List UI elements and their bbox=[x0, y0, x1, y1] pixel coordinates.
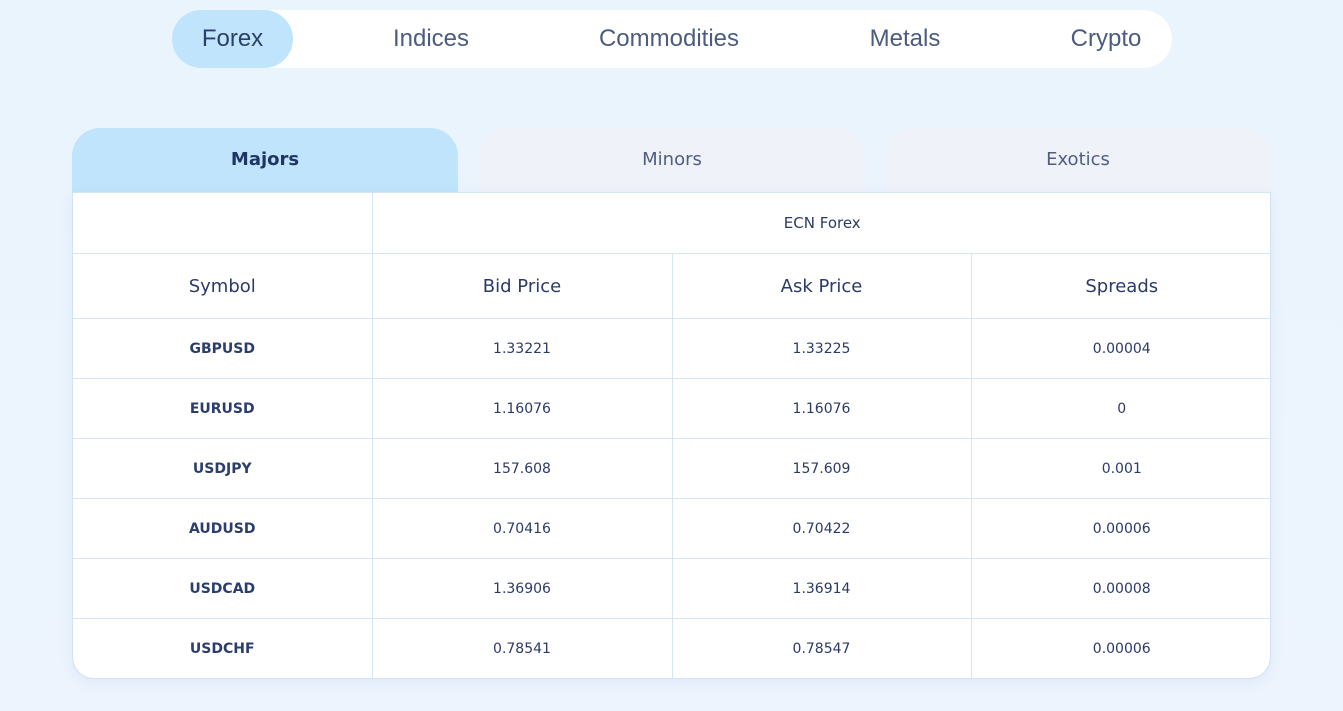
market-tab-indices[interactable]: Indices bbox=[360, 10, 502, 68]
market-tab-commodities[interactable]: Commodities bbox=[584, 10, 754, 68]
table-row: GBPUSD 1.33221 1.33225 0.00004 bbox=[73, 318, 1270, 379]
bid-price-cell: 1.36906 bbox=[371, 558, 673, 619]
symbol-cell: USDCHF bbox=[73, 618, 373, 678]
symbol-cell: EURUSD bbox=[73, 378, 373, 439]
market-tab-forex[interactable]: Forex bbox=[172, 10, 293, 68]
table-row: USDCAD 1.36906 1.36914 0.00008 bbox=[73, 558, 1270, 619]
bid-price-cell: 1.33221 bbox=[371, 318, 673, 379]
table-row: USDCHF 0.78541 0.78547 0.00006 bbox=[73, 618, 1270, 678]
table-row: AUDUSD 0.70416 0.70422 0.00006 bbox=[73, 498, 1270, 559]
ask-price-cell: 1.16076 bbox=[671, 378, 972, 439]
ask-price-cell: 0.70422 bbox=[671, 498, 972, 559]
symbol-cell: USDJPY bbox=[73, 438, 373, 499]
group-header-ecn-forex: ECN Forex bbox=[371, 192, 1270, 254]
column-header-bid-price: Bid Price bbox=[371, 253, 673, 319]
table-row: EURUSD 1.16076 1.16076 0 bbox=[73, 378, 1270, 439]
spread-cell: 0 bbox=[970, 378, 1270, 439]
ask-price-cell: 1.36914 bbox=[671, 558, 972, 619]
prices-card: Majors Minors Exotics ECN Forex Symbol B… bbox=[72, 128, 1271, 679]
bid-price-cell: 157.608 bbox=[371, 438, 673, 499]
column-header-spreads: Spreads bbox=[970, 253, 1270, 319]
ask-price-cell: 1.33225 bbox=[671, 318, 972, 379]
market-tab-bar: Forex Indices Commodities Metals Crypto bbox=[172, 10, 1172, 68]
sub-tab-bar: Majors Minors Exotics bbox=[72, 128, 1271, 192]
spread-cell: 0.00004 bbox=[970, 318, 1270, 379]
prices-table: ECN Forex Symbol Bid Price Ask Price Spr… bbox=[73, 192, 1270, 678]
table-group-header-row: ECN Forex bbox=[73, 192, 1270, 254]
spread-cell: 0.001 bbox=[970, 438, 1270, 499]
bid-price-cell: 1.16076 bbox=[371, 378, 673, 439]
bid-price-cell: 0.70416 bbox=[371, 498, 673, 559]
bid-price-cell: 0.78541 bbox=[371, 618, 673, 678]
sub-tab-minors[interactable]: Minors bbox=[479, 128, 865, 192]
symbol-cell: USDCAD bbox=[73, 558, 373, 619]
group-header-empty-cell bbox=[73, 192, 373, 254]
spread-cell: 0.00008 bbox=[970, 558, 1270, 619]
symbol-cell: AUDUSD bbox=[73, 498, 373, 559]
prices-table-container: ECN Forex Symbol Bid Price Ask Price Spr… bbox=[72, 192, 1271, 679]
market-tab-metals[interactable]: Metals bbox=[844, 10, 966, 68]
spread-cell: 0.00006 bbox=[970, 618, 1270, 678]
table-row: USDJPY 157.608 157.609 0.001 bbox=[73, 438, 1270, 499]
sub-tab-majors[interactable]: Majors bbox=[72, 128, 458, 192]
table-header-row: Symbol Bid Price Ask Price Spreads bbox=[73, 253, 1270, 319]
ask-price-cell: 157.609 bbox=[671, 438, 972, 499]
sub-tab-exotics[interactable]: Exotics bbox=[885, 128, 1271, 192]
market-tab-crypto[interactable]: Crypto bbox=[1044, 10, 1168, 68]
column-header-symbol: Symbol bbox=[73, 253, 373, 319]
ask-price-cell: 0.78547 bbox=[671, 618, 972, 678]
column-header-ask-price: Ask Price bbox=[671, 253, 972, 319]
spread-cell: 0.00006 bbox=[970, 498, 1270, 559]
symbol-cell: GBPUSD bbox=[73, 318, 373, 379]
